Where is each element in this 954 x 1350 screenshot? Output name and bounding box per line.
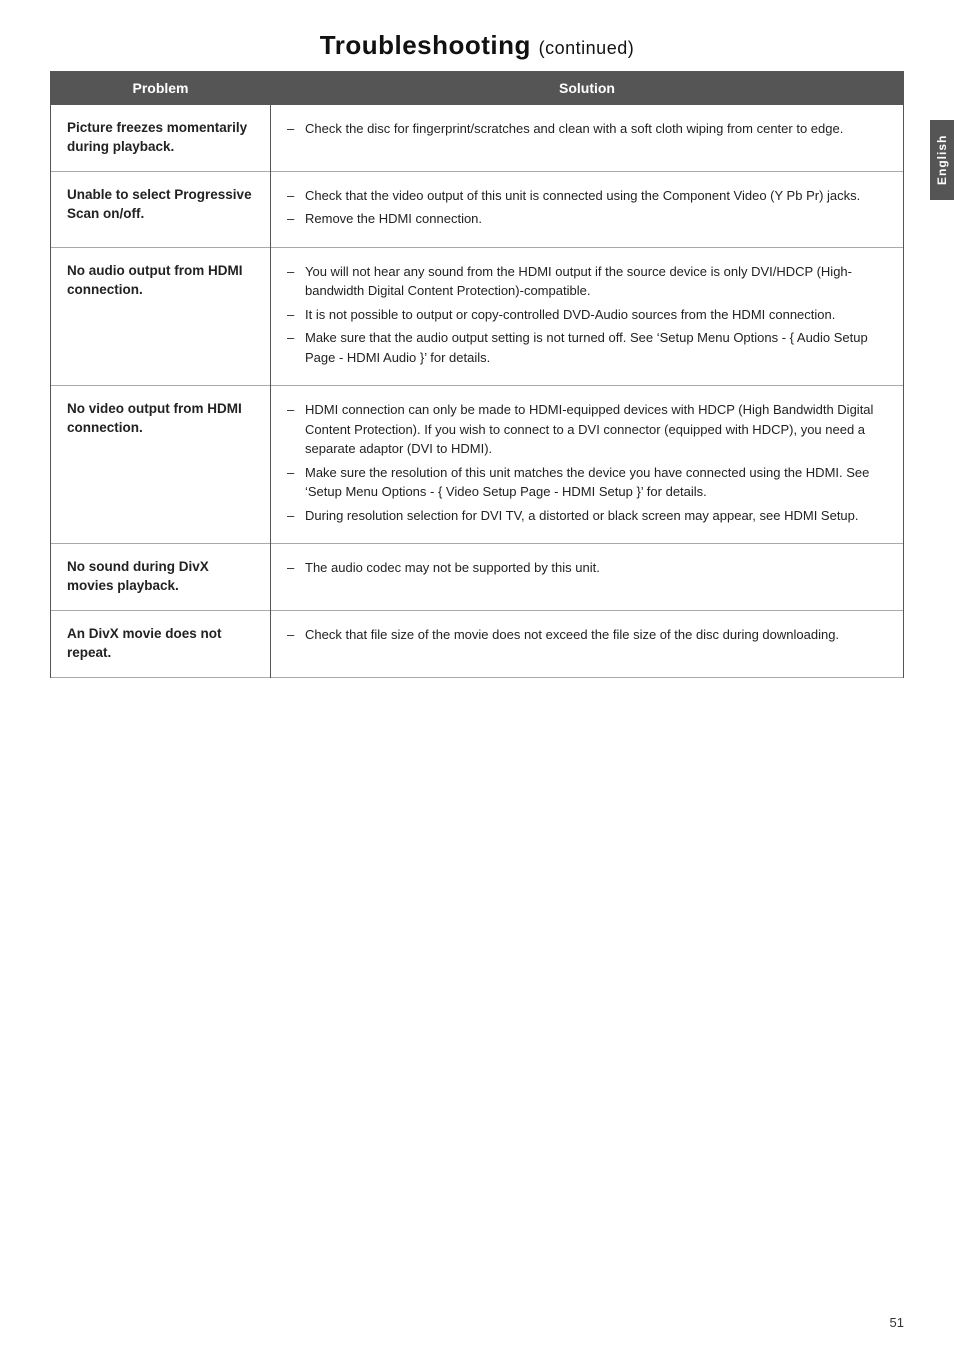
solution-cell: You will not hear any sound from the HDM… (271, 247, 904, 386)
language-tab-label: English (935, 135, 949, 185)
solution-cell: The audio codec may not be supported by … (271, 544, 904, 611)
solution-header: Solution (271, 72, 904, 105)
page-title: Troubleshooting (continued) (50, 30, 904, 61)
problem-text: An DivX movie does not repeat. (67, 626, 222, 660)
table-row: Picture freezes momentarily during playb… (51, 105, 904, 172)
solution-item: Remove the HDMI connection. (287, 209, 887, 229)
problem-header: Problem (51, 72, 271, 105)
solution-cell: Check that the video output of this unit… (271, 171, 904, 247)
solution-item: During resolution selection for DVI TV, … (287, 506, 887, 526)
solution-item: You will not hear any sound from the HDM… (287, 262, 887, 301)
problem-text: No audio output from HDMI connection. (67, 263, 242, 297)
solution-item: Check the disc for fingerprint/scratches… (287, 119, 887, 139)
solution-list: Check the disc for fingerprint/scratches… (287, 119, 887, 139)
problem-text: No sound during DivX movies playback. (67, 559, 209, 593)
solution-item: It is not possible to output or copy-con… (287, 305, 887, 325)
problem-cell: No sound during DivX movies playback. (51, 544, 271, 611)
table-row: No audio output from HDMI connection. You… (51, 247, 904, 386)
problem-text: Unable to select Progressive Scan on/off… (67, 187, 252, 221)
solution-cell: HDMI connection can only be made to HDMI… (271, 386, 904, 544)
solution-list: The audio codec may not be supported by … (287, 558, 887, 578)
solution-item: Check that the video output of this unit… (287, 186, 887, 206)
language-tab: English (930, 120, 954, 200)
solution-item: The audio codec may not be supported by … (287, 558, 887, 578)
problem-text: Picture freezes momentarily during playb… (67, 120, 247, 154)
solution-cell: Check that file size of the movie does n… (271, 611, 904, 678)
problem-cell: Unable to select Progressive Scan on/off… (51, 171, 271, 247)
problem-cell: An DivX movie does not repeat. (51, 611, 271, 678)
problem-cell: No video output from HDMI connection. (51, 386, 271, 544)
solution-cell: Check the disc for fingerprint/scratches… (271, 105, 904, 172)
page: Troubleshooting (continued) Problem Solu… (0, 0, 954, 1350)
problem-cell: No audio output from HDMI connection. (51, 247, 271, 386)
solution-item: Make sure the resolution of this unit ma… (287, 463, 887, 502)
solution-item: Check that file size of the movie does n… (287, 625, 887, 645)
table-row: No sound during DivX movies playback. The… (51, 544, 904, 611)
solution-item: Make sure that the audio output setting … (287, 328, 887, 367)
title-main: Troubleshooting (320, 30, 531, 60)
troubleshooting-table: Problem Solution Picture freezes momenta… (50, 71, 904, 678)
title-continued: (continued) (539, 38, 635, 58)
problem-cell: Picture freezes momentarily during playb… (51, 105, 271, 172)
solution-list: Check that file size of the movie does n… (287, 625, 887, 645)
solution-list: Check that the video output of this unit… (287, 186, 887, 229)
table-row: An DivX movie does not repeat. Check that… (51, 611, 904, 678)
solution-list: You will not hear any sound from the HDM… (287, 262, 887, 368)
page-number: 51 (890, 1315, 904, 1330)
solution-list: HDMI connection can only be made to HDMI… (287, 400, 887, 525)
problem-text: No video output from HDMI connection. (67, 401, 242, 435)
table-row: No video output from HDMI connection. HDM… (51, 386, 904, 544)
solution-item: HDMI connection can only be made to HDMI… (287, 400, 887, 459)
table-row: Unable to select Progressive Scan on/off… (51, 171, 904, 247)
